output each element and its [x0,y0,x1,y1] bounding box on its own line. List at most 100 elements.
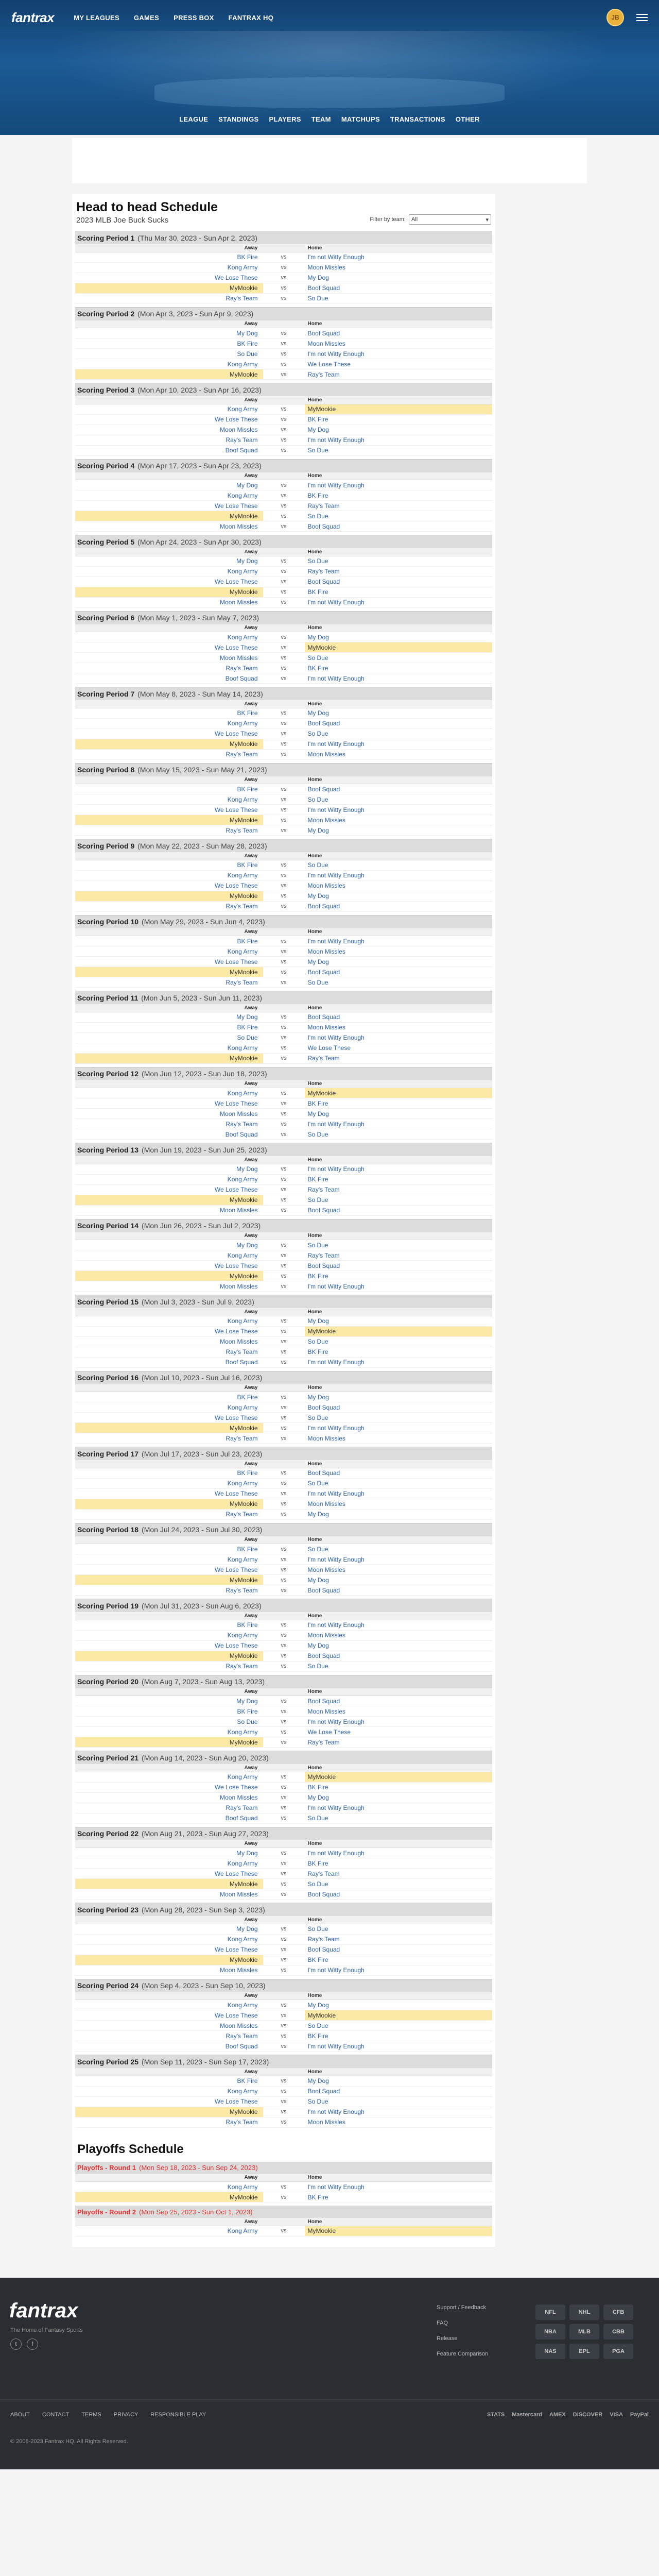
away-team-link[interactable]: Kong Army [75,262,263,273]
home-team-link[interactable]: Boof Squad [304,1889,492,1900]
home-team-link[interactable]: I'm not Witty Enough [304,804,492,815]
away-team-link[interactable]: We Lose These [75,1326,263,1337]
away-team-link[interactable]: BK Fire [75,1544,263,1554]
away-team-link[interactable]: We Lose These [75,2010,263,2021]
home-team-link[interactable]: My Dog [304,632,492,642]
nav-games[interactable]: GAMES [134,14,159,22]
away-team-link[interactable]: Kong Army [75,566,263,577]
away-team-link[interactable]: MyMookie [75,1195,263,1206]
home-team-link[interactable]: BK Fire [304,490,492,501]
away-team-link[interactable]: Moon Missles [75,1889,263,1900]
away-team-link[interactable]: MyMookie [75,1651,263,1662]
home-team-link[interactable]: I'm not Witty Enough [304,1488,492,1499]
away-team-link[interactable]: Boof Squad [75,1129,263,1140]
home-team-link[interactable]: So Due [304,2096,492,2107]
home-team-link[interactable]: We Lose These [304,359,492,369]
away-team-link[interactable]: My Dog [75,1240,263,1250]
home-team-link[interactable]: I'm not Witty Enough [304,480,492,490]
home-team-link[interactable]: I'm not Witty Enough [304,435,492,446]
away-team-link[interactable]: Kong Army [75,1478,263,1489]
home-team-link[interactable]: Moon Missles [304,1022,492,1033]
footer-link-faq[interactable]: FAQ [437,2320,488,2326]
home-team-link[interactable]: Moon Missles [304,1499,492,1510]
away-team-link[interactable]: We Lose These [75,956,263,967]
home-team-link[interactable]: I'm not Witty Enough [304,1965,492,1976]
home-team-link[interactable]: I'm not Witty Enough [304,936,492,946]
away-team-link[interactable]: Moon Missles [75,1965,263,1976]
away-team-link[interactable]: BK Fire [75,784,263,794]
away-team-link[interactable]: We Lose These [75,728,263,739]
home-team-link[interactable]: Ray's Team [304,1737,492,1748]
away-team-link[interactable]: We Lose These [75,1488,263,1499]
away-team-link[interactable]: Kong Army [75,2181,263,2192]
away-team-link[interactable]: Ray's Team [75,435,263,446]
away-team-link[interactable]: Kong Army [75,946,263,957]
home-team-link[interactable]: Ray's Team [304,500,492,511]
home-team-link[interactable]: Boof Squad [304,1468,492,1479]
away-team-link[interactable]: MyMookie [75,2107,263,2117]
away-team-link[interactable]: Ray's Team [75,663,263,673]
footer-terms[interactable]: TERMS [81,2412,101,2418]
away-team-link[interactable]: We Lose These [75,500,263,511]
away-team-link[interactable]: Kong Army [75,1999,263,2010]
away-team-link[interactable]: Moon Missles [75,1108,263,1119]
away-team-link[interactable]: MyMookie [75,739,263,750]
home-team-link[interactable]: My Dog [304,956,492,967]
away-team-link[interactable]: BK Fire [75,1706,263,1717]
away-team-link[interactable]: BK Fire [75,1620,263,1631]
home-team-link[interactable]: I'm not Witty Enough [304,1803,492,1814]
away-team-link[interactable]: MyMookie [75,815,263,825]
footer-link-feature-comparison[interactable]: Feature Comparison [437,2351,488,2357]
nav-fantrax-hq[interactable]: FANTRAX HQ [229,14,274,22]
home-team-link[interactable]: Moon Missles [304,946,492,957]
away-team-link[interactable]: BK Fire [75,2076,263,2087]
away-team-link[interactable]: MyMookie [75,369,263,380]
away-team-link[interactable]: MyMookie [75,2192,263,2202]
home-team-link[interactable]: Ray's Team [304,1250,492,1261]
away-team-link[interactable]: My Dog [75,480,263,490]
footer-link-support[interactable]: Support / Feedback [437,2304,488,2311]
away-team-link[interactable]: We Lose These [75,1640,263,1651]
twitter-icon[interactable]: t [10,2338,22,2350]
home-team-link[interactable]: I'm not Witty Enough [304,597,492,608]
away-team-link[interactable]: My Dog [75,328,263,338]
away-team-link[interactable]: So Due [75,1032,263,1043]
away-team-link[interactable]: MyMookie [75,1737,263,1748]
away-team-link[interactable]: Kong Army [75,1554,263,1565]
away-team-link[interactable]: We Lose These [75,1098,263,1109]
away-team-link[interactable]: Kong Army [75,1934,263,1945]
home-team-link[interactable]: BK Fire [304,1270,492,1281]
away-team-link[interactable]: Kong Army [75,1772,263,1783]
home-team-link[interactable]: Moon Missles [304,1706,492,1717]
footer-privacy[interactable]: PRIVACY [114,2412,138,2418]
home-team-link[interactable]: Boof Squad [304,283,492,294]
home-team-link[interactable]: BK Fire [304,1098,492,1109]
home-team-link[interactable]: Boof Squad [304,1585,492,1596]
away-team-link[interactable]: MyMookie [75,1422,263,1433]
away-team-link[interactable]: Kong Army [75,2086,263,2097]
footer-link-release[interactable]: Release [437,2335,488,2342]
away-team-link[interactable]: MyMookie [75,891,263,902]
footer-logo[interactable]: fantrax [9,2299,78,2323]
away-team-link[interactable]: My Dog [75,1164,263,1175]
sport-nfl[interactable]: NFL [535,2304,565,2320]
home-team-link[interactable]: Boof Squad [304,1944,492,1955]
home-team-link[interactable]: Ray's Team [304,1868,492,1879]
team-filter-select[interactable]: All ▾ [409,214,491,225]
subnav-league[interactable]: LEAGUE [179,115,208,123]
sport-pga[interactable]: PGA [603,2343,633,2359]
away-team-link[interactable]: We Lose These [75,273,263,283]
away-team-link[interactable]: Kong Army [75,1316,263,1327]
home-team-link[interactable]: So Due [304,860,492,871]
away-team-link[interactable]: So Due [75,348,263,359]
home-team-link[interactable]: I'm not Witty Enough [304,739,492,750]
away-team-link[interactable]: We Lose These [75,414,263,425]
away-team-link[interactable]: Ray's Team [75,2117,263,2128]
away-team-link[interactable]: Moon Missles [75,425,263,435]
away-team-link[interactable]: Ray's Team [75,2030,263,2041]
home-team-link[interactable]: I'm not Witty Enough [304,1281,492,1292]
away-team-link[interactable]: We Lose These [75,1260,263,1271]
away-team-link[interactable]: So Due [75,1716,263,1727]
away-team-link[interactable]: Kong Army [75,1726,263,1737]
footer-contact[interactable]: CONTACT [42,2412,69,2418]
